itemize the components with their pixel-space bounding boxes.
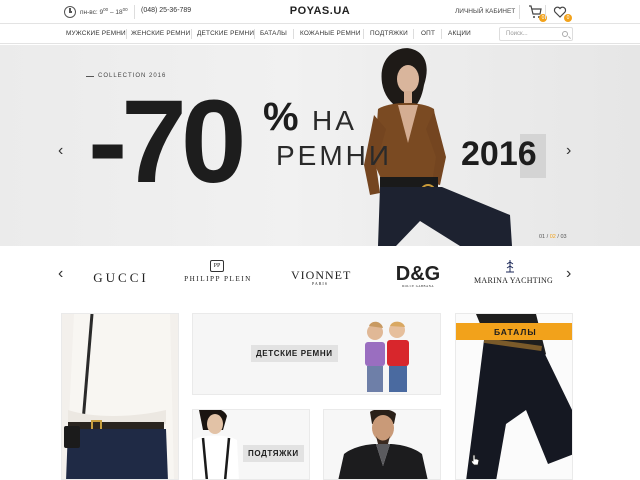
- tile-leather-belts[interactable]: [323, 409, 441, 480]
- nav-item-kids-belts[interactable]: ДЕТСКИЕ РЕМНИ: [197, 30, 254, 37]
- slide-counter: 01 / 02 / 03: [539, 234, 567, 240]
- divider: [519, 5, 520, 19]
- nav-divider: [191, 29, 192, 39]
- brands-prev-arrow-icon[interactable]: ‹: [58, 266, 63, 282]
- nav-divider: [126, 29, 127, 39]
- divider: [134, 5, 135, 19]
- tile-bataly-label: БАТАЛЫ: [456, 323, 572, 340]
- personal-cabinet-link[interactable]: ЛИЧНЫЙ КАБИНЕТ: [455, 8, 515, 15]
- nav-divider: [441, 29, 442, 39]
- wishlist-button[interactable]: 0: [553, 5, 572, 22]
- tile-womens-belts[interactable]: [61, 313, 179, 480]
- brand-dg-logo[interactable]: D&G: [393, 263, 443, 286]
- nav-divider: [254, 29, 255, 39]
- phone-number[interactable]: (048) 25-36-789: [141, 7, 191, 14]
- tile-kids-image: [365, 321, 409, 392]
- hero-discount: -70: [88, 76, 247, 208]
- tile-bataly[interactable]: БАТАЛЫ: [455, 313, 573, 480]
- nav-item-sales[interactable]: АКЦИИ: [448, 30, 471, 37]
- nav-item-wholesale[interactable]: ОПТ: [421, 30, 435, 37]
- hero-line-2: РЕМНИ: [276, 140, 393, 171]
- marina-yachting-mark-icon: [506, 260, 514, 273]
- hero-year: 2016: [461, 135, 537, 173]
- hero-next-arrow-icon[interactable]: ›: [566, 143, 571, 159]
- nav-divider: [413, 29, 414, 39]
- tile-womens-image: [64, 314, 174, 479]
- site-logo[interactable]: POYAS.UA: [280, 5, 360, 17]
- philipp-plein-mark: PP: [210, 260, 224, 272]
- nav-item-bataly[interactable]: БАТАЛЫ: [260, 30, 287, 37]
- clock-icon: [64, 6, 76, 18]
- divider: [545, 5, 546, 19]
- hand-cursor-icon: [470, 454, 480, 466]
- brand-gucci-logo[interactable]: GUCCI: [88, 270, 154, 286]
- working-hours: пн-вс: 900 – 1800: [80, 7, 128, 16]
- brands-next-arrow-icon[interactable]: ›: [566, 266, 571, 282]
- nav-divider: [293, 29, 294, 39]
- hero-line-1: НА: [312, 105, 357, 136]
- hero-prev-arrow-icon[interactable]: ‹: [58, 143, 63, 159]
- tile-suspenders[interactable]: ПОДТЯЖКИ: [192, 409, 310, 480]
- brand-marina-yachting-logo[interactable]: MARINA YACHTING: [474, 276, 553, 285]
- tile-kids-belts[interactable]: ДЕТСКИЕ РЕМНИ: [192, 313, 441, 395]
- tile-mens-image: [338, 410, 428, 479]
- slide-current[interactable]: 02: [550, 234, 556, 240]
- hero-banner[interactable]: COLLECTION 2016 -70 % НА РЕМНИ 2016 ‹ › …: [0, 45, 640, 246]
- nav-item-mens-belts[interactable]: МУЖСКИЕ РЕМНИ: [66, 30, 126, 37]
- brand-dg-sub: DOLCE GABBANA: [401, 284, 435, 288]
- nav-item-leather-belts[interactable]: КОЖАНЫЕ РЕМНИ: [300, 30, 361, 37]
- search-input[interactable]: Поиск...: [499, 27, 573, 41]
- brand-philipp-plein-logo[interactable]: PHILIPP PLEIN: [183, 275, 253, 283]
- nav-item-womens-belts[interactable]: ЖЕНСКИЕ РЕМНИ: [131, 30, 190, 37]
- search-placeholder: Поиск...: [506, 31, 528, 37]
- brand-vionnet-sub: PARIS: [312, 281, 328, 286]
- tile-kids-label: ДЕТСКИЕ РЕМНИ: [251, 345, 338, 362]
- nav-divider: [363, 29, 364, 39]
- slide-1[interactable]: 01: [539, 234, 545, 240]
- hero-percent: %: [263, 95, 299, 139]
- slide-3[interactable]: 03: [560, 234, 566, 240]
- wishlist-count-badge: 0: [564, 14, 572, 22]
- search-icon[interactable]: [562, 31, 568, 37]
- cart-button[interactable]: 0: [528, 5, 547, 22]
- tile-suspenders-label: ПОДТЯЖКИ: [243, 445, 304, 462]
- nav-item-suspenders[interactable]: ПОДТЯЖКИ: [370, 30, 408, 37]
